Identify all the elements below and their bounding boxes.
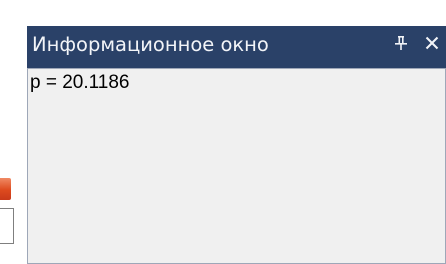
result-text: p = 20.1186 [30, 72, 130, 93]
info-content-area[interactable]: p = 20.1186 [27, 68, 446, 264]
background-input-field[interactable] [0, 208, 14, 244]
info-window: Информационное окно p = 20.1186 [27, 26, 446, 264]
close-button[interactable] [419, 29, 445, 57]
window-title: Информационное окно [32, 33, 269, 56]
background-window-edge [0, 0, 27, 264]
close-icon [425, 36, 439, 50]
title-bar[interactable]: Информационное окно [27, 26, 446, 68]
pin-icon [395, 36, 407, 50]
background-tab[interactable] [0, 178, 11, 200]
pin-button[interactable] [389, 29, 413, 57]
